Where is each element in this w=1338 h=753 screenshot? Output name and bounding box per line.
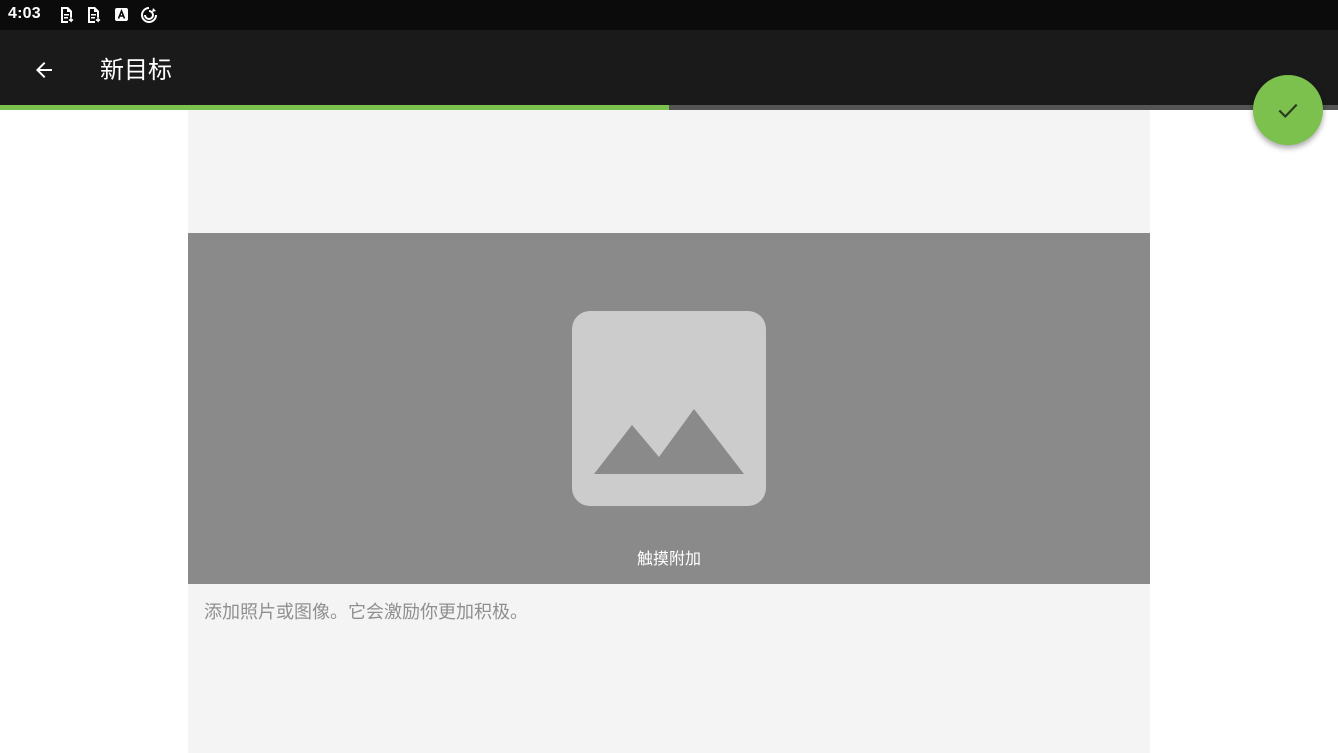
image-attach-area[interactable]: 触摸附加 <box>188 233 1150 584</box>
sync-icon <box>140 6 158 24</box>
hint-text: 添加照片或图像。它会激励你更加积极。 <box>204 602 528 623</box>
attach-label: 触摸附加 <box>636 549 701 568</box>
status-bar: 4:03 <box>0 0 1338 30</box>
document-download-icon <box>85 6 103 24</box>
app-bar: 新目标 <box>0 30 1338 105</box>
status-time: 4:03 <box>8 5 41 22</box>
text-app-icon <box>113 6 131 24</box>
document-download-icon <box>58 6 76 24</box>
image-placeholder-icon <box>572 311 766 506</box>
page-title: 新目标 <box>100 56 172 84</box>
back-button[interactable] <box>24 50 64 90</box>
check-icon <box>1278 103 1298 119</box>
arrow-back-icon <box>36 62 52 78</box>
confirm-button[interactable] <box>1253 75 1323 145</box>
